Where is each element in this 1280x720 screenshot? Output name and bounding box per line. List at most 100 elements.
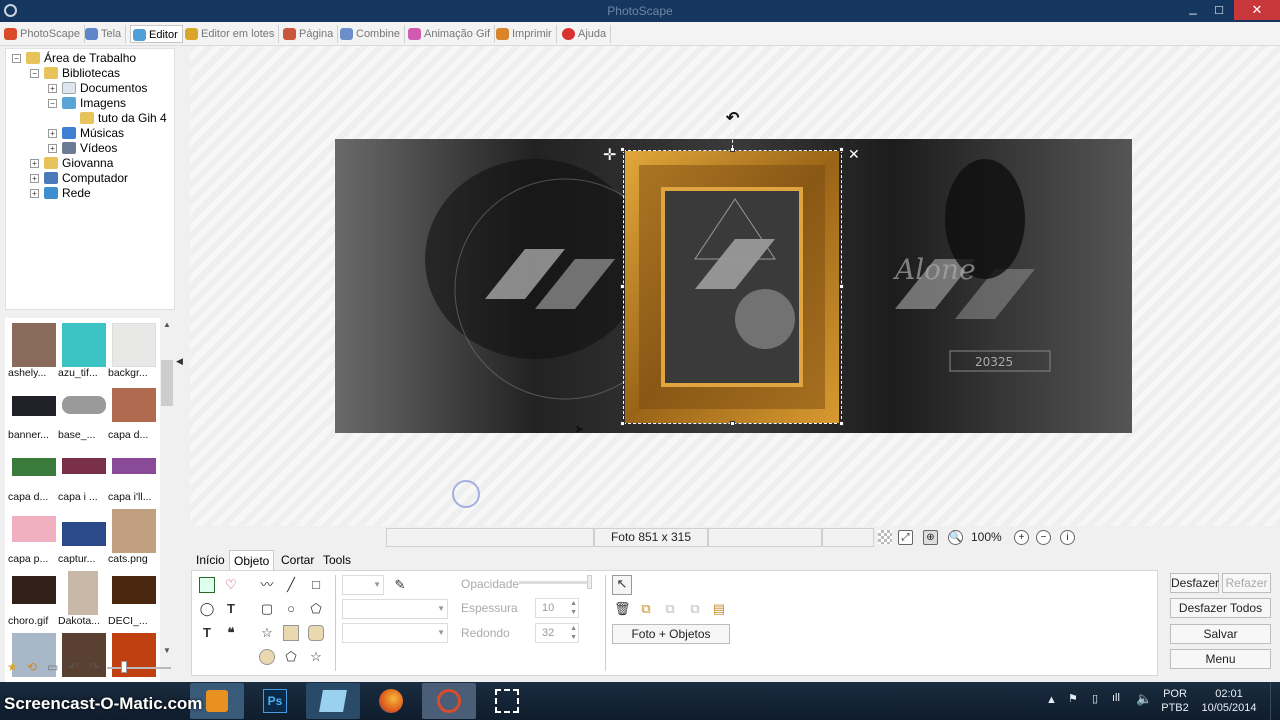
thickness-stepper[interactable]: 10 ▲ ▼ xyxy=(535,598,579,618)
tab-inicio[interactable]: Início xyxy=(192,550,229,570)
selection-box[interactable] xyxy=(623,150,842,424)
collapse-icon[interactable]: − xyxy=(12,54,21,63)
folder-open-icon[interactable]: ▭ xyxy=(47,660,58,674)
line-icon[interactable]: ╱ xyxy=(283,577,299,593)
undo-button[interactable]: Desfazer xyxy=(1170,573,1219,593)
taskbar-firefox[interactable] xyxy=(364,683,418,719)
expand-icon[interactable]: + xyxy=(48,144,57,153)
delete-object-icon[interactable]: ✕ xyxy=(848,146,860,163)
show-desktop-button[interactable] xyxy=(1270,682,1280,720)
collapse-icon[interactable]: − xyxy=(48,99,57,108)
scroll-up-icon[interactable]: ▲ xyxy=(160,318,174,332)
save-button[interactable]: Salvar xyxy=(1170,624,1271,644)
menu-button[interactable]: Menu xyxy=(1170,649,1271,669)
forward-icon[interactable]: ↷ xyxy=(89,660,99,674)
resize-handle[interactable] xyxy=(839,147,844,152)
tree-item-documents[interactable]: + Documentos xyxy=(48,81,147,96)
line-style-dropdown[interactable]: ▼ xyxy=(342,599,448,619)
move-icon[interactable]: ✛ xyxy=(603,145,616,165)
thumbnail[interactable]: DECI_... xyxy=(108,568,158,630)
thumbnail[interactable]: capa i'll... xyxy=(108,444,158,506)
tree-item-tuto[interactable]: tuto da Gih 4 xyxy=(66,111,167,126)
thumbnail[interactable]: banner... xyxy=(8,382,58,444)
undo-all-button[interactable]: Desfazer Todos xyxy=(1170,598,1271,618)
trash-icon[interactable]: 🗑 xyxy=(614,601,631,617)
send-back-icon[interactable]: ⧉ xyxy=(687,601,703,617)
tab-combine[interactable]: Combine xyxy=(338,25,406,43)
clock[interactable]: 02:01 10/05/2014 xyxy=(1198,688,1260,714)
zoom-fit-icon[interactable]: ⊕ xyxy=(923,530,938,545)
thumbnail[interactable]: choro.gif xyxy=(8,568,58,630)
select-pointer-icon[interactable]: ↖ xyxy=(612,575,632,595)
tab-tools[interactable]: Tools xyxy=(319,550,355,570)
tab-help[interactable]: Ajuda xyxy=(560,25,612,43)
circle-icon[interactable]: ○ xyxy=(283,601,299,617)
text-format-icon[interactable]: T xyxy=(199,625,215,641)
zoom-out-icon[interactable]: − xyxy=(1036,530,1051,545)
eyedropper-icon[interactable]: ✎ xyxy=(392,577,408,593)
resize-handle[interactable] xyxy=(730,421,735,426)
tree-item-network[interactable]: + Rede xyxy=(30,186,91,201)
info-icon[interactable]: i xyxy=(1060,530,1075,545)
back-icon[interactable]: ↶ xyxy=(69,660,79,674)
balloon-icon[interactable]: ◯ xyxy=(199,601,215,617)
scroll-down-icon[interactable]: ▼ xyxy=(160,644,174,658)
filled-rectangle-icon[interactable] xyxy=(283,625,299,641)
expand-icon[interactable]: + xyxy=(48,84,57,93)
tab-cortar[interactable]: Cortar xyxy=(277,550,318,570)
star-icon[interactable]: ☆ xyxy=(259,625,275,641)
fill-style-dropdown[interactable]: ▼ xyxy=(342,623,448,643)
tray-volume-icon[interactable]: 🔈 xyxy=(1136,691,1152,707)
thumbnail[interactable]: capa d... xyxy=(108,382,158,444)
tree-item-libraries[interactable]: − Bibliotecas xyxy=(30,66,120,81)
collapse-icon[interactable]: − xyxy=(30,69,39,78)
favorite-icon[interactable]: ★ xyxy=(7,660,18,674)
opacity-slider-handle[interactable] xyxy=(587,575,592,589)
zoom-in-icon[interactable]: + xyxy=(1014,530,1029,545)
opacity-slider[interactable] xyxy=(519,581,591,584)
thumbnail[interactable]: captur... xyxy=(58,506,108,568)
scrollbar-thumb[interactable] xyxy=(161,360,173,406)
tree-item-computer[interactable]: + Computador xyxy=(30,171,128,186)
duplicate-icon[interactable]: ⧉ xyxy=(638,601,654,617)
resize-handle[interactable] xyxy=(620,284,625,289)
text-icon[interactable]: T xyxy=(223,601,239,617)
resize-handle[interactable] xyxy=(839,421,844,426)
photo-object-icon[interactable] xyxy=(199,577,215,593)
expand-icon[interactable]: + xyxy=(30,189,39,198)
tab-photoscape[interactable]: PhotoScape xyxy=(2,25,85,43)
tray-network-icon[interactable]: ıll xyxy=(1112,692,1120,704)
thumbnail-size-slider[interactable] xyxy=(107,667,171,669)
tree-item-images[interactable]: − Imagens xyxy=(48,96,126,111)
zoom-actual-icon[interactable]: 🔍 xyxy=(948,530,963,545)
tree-item-videos[interactable]: + Vídeos xyxy=(48,141,117,156)
collapse-panel-icon[interactable]: ◀ xyxy=(176,356,183,367)
resize-handle[interactable] xyxy=(620,147,625,152)
filled-pentagon-icon[interactable]: ⬠ xyxy=(283,649,299,665)
round-stepper[interactable]: 32 ▲ ▼ xyxy=(535,623,579,643)
fit-window-icon[interactable]: ⤢ xyxy=(898,530,913,545)
redo-button[interactable]: Refazer xyxy=(1222,573,1271,593)
thumbnail[interactable]: capa d... xyxy=(8,444,58,506)
thumbnail[interactable]: Dakota... xyxy=(58,568,108,630)
maximize-button[interactable]: □ xyxy=(1208,0,1230,20)
tray-battery-icon[interactable]: ▯ xyxy=(1092,692,1098,705)
transparency-icon[interactable] xyxy=(878,530,892,544)
tray-flag-icon[interactable]: ⚑ xyxy=(1068,692,1078,705)
object-list-icon[interactable]: ▤ xyxy=(711,601,727,617)
filled-circle-icon[interactable] xyxy=(259,649,275,665)
expand-icon[interactable]: + xyxy=(30,159,39,168)
taskbar-explorer[interactable] xyxy=(306,683,360,719)
language-indicator[interactable]: POR PTB2 xyxy=(1160,688,1190,714)
taskbar-screen-recorder[interactable] xyxy=(480,683,534,719)
tray-expand-icon[interactable]: ▲ xyxy=(1046,694,1057,706)
canvas-area[interactable]: Alone 20325 ↶ ✛ ✕ ➤ xyxy=(190,46,1280,526)
tab-tela[interactable]: Tela xyxy=(83,25,127,43)
slider-handle[interactable] xyxy=(121,661,127,673)
close-button[interactable]: ✕ xyxy=(1234,0,1280,20)
thumbnail[interactable]: capa i ... xyxy=(58,444,108,506)
thumbnail-scrollbar[interactable]: ▲ ▼ xyxy=(160,318,174,660)
thumbnail[interactable]: capa p... xyxy=(8,506,58,568)
filled-star-icon[interactable]: ☆ xyxy=(308,649,324,665)
expand-icon[interactable]: + xyxy=(48,129,57,138)
